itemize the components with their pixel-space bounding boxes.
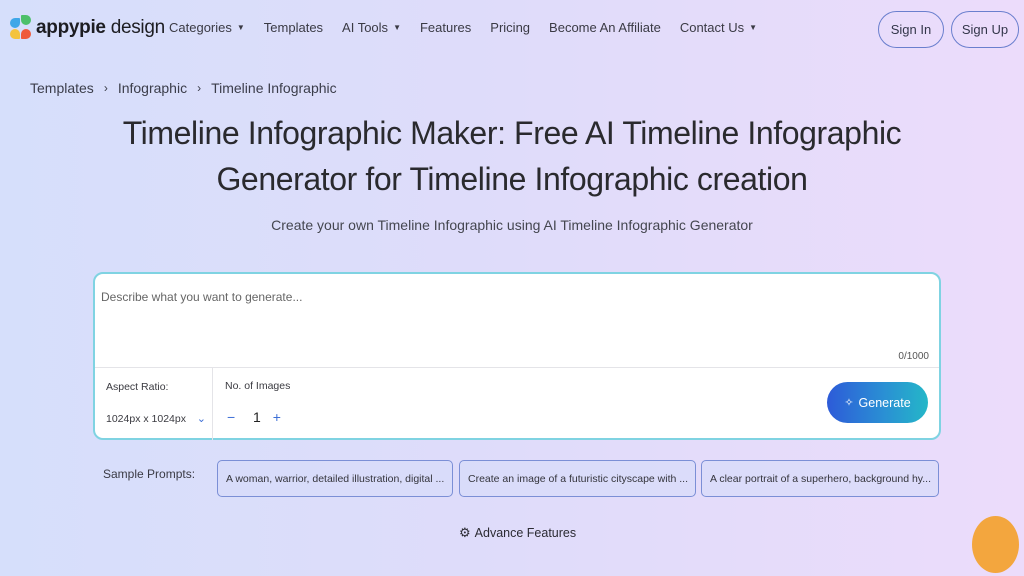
brand-logo[interactable]: appypie design [10, 15, 165, 41]
num-images-stepper: − 1 + [227, 409, 281, 425]
nav-contact[interactable]: Contact Us ▼ [680, 20, 757, 35]
title-line-2: Generator for Timeline Infographic creat… [216, 161, 808, 197]
plus-button[interactable]: + [273, 409, 281, 425]
char-counter: 0/1000 [898, 351, 929, 362]
chevron-right-icon: › [103, 81, 108, 95]
generate-label: Generate [858, 395, 911, 410]
nav-ai-tools[interactable]: AI Tools ▼ [342, 20, 401, 35]
nav-label: Pricing [490, 20, 531, 35]
chevron-down-icon: ⌄ [196, 413, 206, 425]
minus-button[interactable]: − [227, 409, 241, 425]
aspect-ratio-select[interactable]: 1024px x 1024px ⌄ [106, 412, 206, 426]
breadcrumb: Templates › Infographic › Timeline Infog… [30, 80, 337, 96]
nav-label: Categories [169, 20, 232, 35]
breadcrumb-templates[interactable]: Templates [30, 80, 94, 96]
brand-light: design [110, 17, 166, 38]
nav-label: Contact Us [679, 20, 745, 35]
breadcrumb-current: Timeline Infographic [211, 80, 337, 96]
title-line-1: Timeline Infographic Maker: Free AI Time… [122, 115, 902, 151]
sample-prompts-label: Sample Prompts: [103, 467, 196, 481]
nav-label: AI Tools [342, 20, 389, 35]
generate-button[interactable]: ✧ Generate [827, 382, 928, 423]
caret-down-icon: ▼ [393, 23, 401, 32]
divider [212, 368, 213, 440]
nav-affiliate[interactable]: Become An Affiliate [549, 20, 661, 35]
header: appypie design Categories ▼ Templates AI… [0, 0, 1024, 58]
breadcrumb-infographic[interactable]: Infographic [118, 80, 187, 96]
sign-up-button[interactable]: Sign Up [951, 11, 1019, 48]
num-images-label: No. of Images [225, 380, 291, 392]
nav-label: Features [419, 20, 472, 35]
aspect-ratio-label: Aspect Ratio: [106, 381, 169, 393]
brand-bold: appypie [36, 17, 106, 38]
caret-down-icon: ▼ [749, 23, 758, 32]
prompt-panel: 0/1000 Aspect Ratio: 1024px x 1024px ⌄ N… [93, 272, 941, 440]
advance-features-toggle[interactable]: ⚙ Advance Features [459, 525, 576, 541]
sample-prompt-chip[interactable]: A clear portrait of a superhero, backgro… [701, 460, 939, 497]
page-title: Timeline Infographic Maker: Free AI Time… [0, 110, 1024, 202]
page-subtitle: Create your own Timeline Infographic usi… [271, 217, 753, 233]
nav-categories[interactable]: Categories ▼ [169, 20, 245, 35]
nav-templates[interactable]: Templates [264, 20, 323, 35]
divider [95, 367, 939, 368]
gear-icon: ⚙ [459, 525, 471, 540]
nav-label: Become An Affiliate [549, 20, 661, 35]
auth-buttons: Sign In Sign Up [878, 11, 1019, 48]
advance-features-label: Advance Features [474, 526, 577, 540]
brand-name: appypie design [36, 17, 165, 39]
sample-prompt-chip[interactable]: Create an image of a futuristic cityscap… [459, 460, 696, 497]
prompt-input[interactable] [101, 290, 921, 304]
caret-down-icon: ▼ [236, 23, 245, 32]
main-nav: Categories ▼ Templates AI Tools ▼ Featur… [169, 20, 776, 35]
nav-label: Templates [263, 20, 324, 35]
aspect-ratio-value: 1024px x 1024px [106, 412, 186, 425]
sign-in-button[interactable]: Sign In [878, 11, 944, 48]
nav-pricing[interactable]: Pricing [490, 20, 530, 35]
chat-widget-button[interactable] [972, 516, 1019, 573]
sparkle-icon: ✧ [844, 397, 854, 409]
sample-prompt-chip[interactable]: A woman, warrior, detailed illustration,… [217, 460, 453, 497]
appypie-logo-icon [10, 15, 32, 41]
chevron-right-icon: › [197, 81, 202, 95]
num-images-value: 1 [253, 409, 261, 425]
nav-features[interactable]: Features [420, 20, 471, 35]
